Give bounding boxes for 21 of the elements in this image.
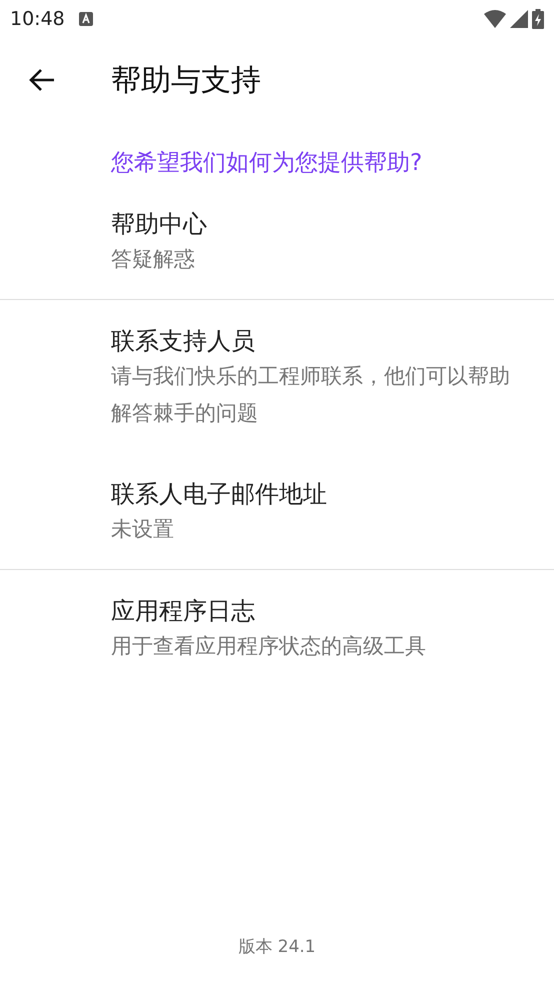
- item-subtitle: 未设置: [111, 516, 175, 543]
- settings-item[interactable]: 联系支持人员 请与我们快乐的工程师联系，他们可以帮助解答棘手的问题: [0, 300, 554, 453]
- item-title: 联系人电子邮件地址: [111, 479, 328, 510]
- back-arrow-icon: [29, 68, 55, 92]
- wifi-icon: [484, 10, 506, 28]
- settings-item[interactable]: 应用程序日志 用于查看应用程序状态的高级工具: [0, 570, 554, 686]
- settings-item[interactable]: 联系人电子邮件地址 未设置: [0, 453, 554, 569]
- version-text: 版本 24.1: [238, 936, 316, 958]
- item-subtitle: 用于查看应用程序状态的高级工具: [111, 633, 427, 660]
- page-title: 帮助与支持: [111, 62, 261, 100]
- battery-icon: [532, 9, 544, 29]
- item-title: 联系支持人员: [111, 326, 256, 357]
- item-title: 应用程序日志: [111, 596, 256, 627]
- notification-icon: [78, 12, 93, 26]
- item-subtitle: 请与我们快乐的工程师联系，他们可以帮助解答棘手的问题: [111, 363, 511, 427]
- section-header: 您希望我们如何为您提供帮助?: [111, 150, 422, 176]
- settings-item[interactable]: 帮助中心 答疑解惑: [0, 183, 554, 299]
- item-subtitle: 答疑解惑: [111, 246, 196, 273]
- item-title: 帮助中心: [111, 209, 208, 240]
- signal-icon: [510, 10, 528, 28]
- status-time: 10:48: [10, 6, 65, 32]
